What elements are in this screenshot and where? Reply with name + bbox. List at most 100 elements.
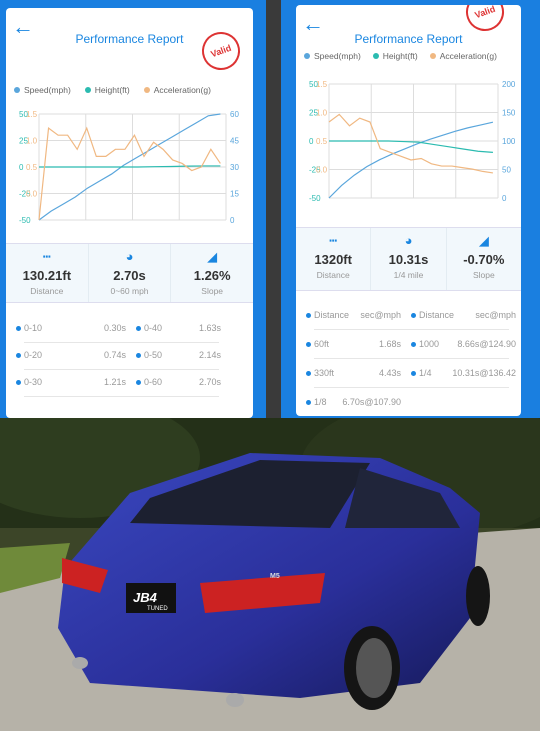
- divider: [24, 369, 219, 370]
- split-label: 1/4: [419, 368, 432, 378]
- split-value: 1.21s: [103, 377, 126, 387]
- svg-text:TUNED: TUNED: [147, 606, 168, 612]
- tick-label: 0.0: [316, 166, 328, 175]
- split-value: 0.74s: [103, 350, 126, 360]
- split-label: 0-30: [24, 377, 43, 387]
- performance-chart: 50250-25-501.51.00.50.0200150100500: [309, 80, 516, 202]
- tick-label: 50: [502, 166, 511, 175]
- stat-distance: ┅ 130.21ft Distance: [6, 244, 89, 302]
- split-label: 0-20: [24, 350, 43, 360]
- split-label: 60ft: [314, 339, 330, 349]
- tick-label: 1.0: [26, 137, 38, 146]
- slope-icon: ◢: [207, 249, 218, 264]
- split-value: 1.68s: [378, 339, 401, 349]
- divider: [24, 396, 219, 397]
- tick-label: 0: [230, 216, 235, 225]
- stat-slope: ◢ -0.70% Slope: [447, 228, 521, 290]
- tick-label: 0.0: [26, 190, 38, 199]
- speedometer-icon: ◕: [404, 233, 413, 248]
- stats-bar: ┅ 1320ft Distance ◕ 10.31s 1/4 mile ◢ -0.70% S…: [296, 227, 521, 291]
- stat-slope-label: Slope: [201, 286, 224, 296]
- splits-table: Distance sec@mph Distance sec@mph 60ft 1.68s 1…: [296, 297, 521, 416]
- bullet-icon: [306, 341, 311, 347]
- bullet-icon: [16, 379, 21, 385]
- divider: [24, 342, 219, 343]
- bullet-icon: [411, 370, 416, 376]
- svg-text:JB4: JB4: [133, 590, 158, 605]
- legend-acceleration[interactable]: Acceleration(g): [429, 51, 497, 61]
- bullet-icon: [136, 352, 141, 358]
- bullet-icon: [306, 399, 311, 405]
- tick-label: 15: [230, 190, 239, 199]
- legend-height[interactable]: Height(ft): [84, 85, 130, 95]
- tick-label: 200: [502, 80, 516, 89]
- tick-label: 0.5: [26, 163, 38, 172]
- split-label: 0-50: [144, 350, 163, 360]
- legend-height[interactable]: Height(ft): [372, 51, 418, 61]
- tick-label: 0: [19, 163, 24, 172]
- split-value: 2.70s: [198, 377, 221, 387]
- splits-table: 0-10 0.30s 0-40 1.63s 0-20 0.74s 0-50 2.14s 0-30…: [6, 308, 253, 418]
- tick-label: 45: [230, 137, 239, 146]
- car-photo: JB4 TUNED M5: [0, 418, 540, 731]
- bullet-icon: [136, 325, 141, 331]
- stat-time: ◕ 10.31s 1/4 mile: [371, 228, 447, 290]
- bmw-m5-photo: JB4 TUNED M5: [0, 418, 540, 731]
- tick-label: 100: [502, 137, 516, 146]
- bullet-icon: [16, 352, 21, 358]
- bullet-icon: [411, 312, 416, 318]
- tick-label: 0: [502, 194, 507, 202]
- left-phone-screen: ← Performance Report Valid Speed(mph) He…: [0, 0, 266, 418]
- ruler-icon: ┅: [329, 233, 338, 248]
- bullet-icon: [136, 379, 141, 385]
- divider: [314, 387, 509, 388]
- split-value: 4.43s: [378, 368, 401, 378]
- split-value: sec@mph: [360, 310, 401, 320]
- performance-chart: 50250-25-501.51.00.50.0604530150: [19, 110, 239, 225]
- split-value: 2.14s: [198, 350, 221, 360]
- tick-label: -50: [309, 194, 321, 202]
- bullet-icon: [306, 370, 311, 376]
- chart-legend: Speed(mph) Height(ft) Acceleration(g): [14, 85, 211, 95]
- divider: [314, 329, 509, 330]
- tick-label: 60: [230, 110, 239, 119]
- right-phone-screen: ← Performance Report Valid Speed(mph) He…: [281, 0, 540, 418]
- bullet-icon: [16, 325, 21, 331]
- series-line-2: [38, 126, 221, 221]
- split-label: Distance: [314, 310, 350, 320]
- tick-label: 0.5: [316, 137, 328, 146]
- svg-text:M5: M5: [270, 573, 280, 580]
- series-line-2: [328, 113, 494, 174]
- tick-label: 30: [230, 163, 239, 172]
- legend-acceleration[interactable]: Acceleration(g): [143, 85, 211, 95]
- bullet-icon: [306, 312, 311, 318]
- page-title: Performance Report: [354, 32, 463, 46]
- split-value: 8.66s@124.90: [457, 339, 516, 349]
- tick-label: 1.5: [316, 80, 328, 89]
- split-label: 0-40: [144, 323, 163, 333]
- legend-speed[interactable]: Speed(mph): [14, 85, 71, 95]
- ruler-icon: ┅: [42, 249, 51, 264]
- divider: [314, 358, 509, 359]
- bullet-icon: [411, 341, 416, 347]
- split-value: 6.70s@107.90: [342, 397, 401, 407]
- split-label: 0-10: [24, 323, 43, 333]
- tick-label: 150: [502, 109, 516, 118]
- split-label: 330ft: [314, 368, 335, 378]
- stat-time: ◕ 2.70s 0~60 mph: [89, 244, 172, 302]
- tick-label: 0: [309, 137, 314, 146]
- split-label: 1/8: [314, 397, 327, 407]
- split-value: 0.30s: [103, 323, 126, 333]
- tick-label: 1.0: [316, 109, 328, 118]
- right-report-card: ← Performance Report Valid Speed(mph) He…: [296, 5, 521, 416]
- left-report-card: ← Performance Report Valid Speed(mph) He…: [6, 8, 253, 418]
- split-value: 10.31s@136.42: [452, 368, 516, 378]
- split-label: 1000: [419, 339, 440, 349]
- split-value: sec@mph: [475, 310, 516, 320]
- stat-distance: ┅ 1320ft Distance: [296, 228, 372, 290]
- tick-label: -50: [19, 216, 31, 225]
- stats-bar: ┅ 130.21ft Distance ◕ 2.70s 0~60 mph ◢ 1.26% S…: [6, 243, 253, 303]
- tick-label: 1.5: [26, 110, 38, 119]
- legend-speed[interactable]: Speed(mph): [304, 51, 361, 61]
- stat-slope: ◢ 1.26% Slope: [171, 244, 253, 302]
